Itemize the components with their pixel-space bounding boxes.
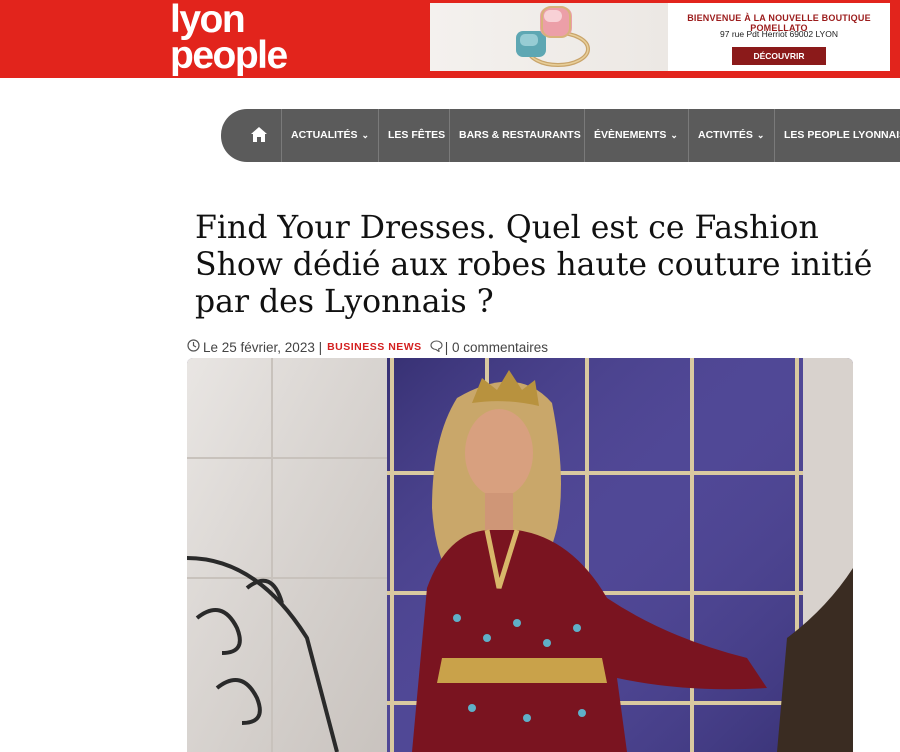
article-category-link[interactable]: BUSINESS NEWS xyxy=(327,341,422,353)
ad-text-block: BIENVENUE À LA NOUVELLE BOUTIQUE POMELLA… xyxy=(668,3,890,71)
ad-discover-button[interactable]: DÉCOUVRIR xyxy=(732,47,826,65)
chevron-down-icon: ⌄ xyxy=(670,130,678,140)
article-comments-link[interactable]: | 0 commentaires xyxy=(430,340,548,355)
ad-banner[interactable]: BIENVENUE À LA NOUVELLE BOUTIQUE POMELLA… xyxy=(430,3,890,71)
site-logo[interactable]: lyon people xyxy=(170,0,288,77)
logo-line-2: people xyxy=(170,34,288,77)
chevron-down-icon: ⌄ xyxy=(361,130,370,140)
main-nav: ACTUALITÉS ⌄ LES FÊTES BARS & RESTAURANTS… xyxy=(221,109,900,162)
nav-item-activites[interactable]: ACTIVITÉS ⌄ xyxy=(688,109,774,162)
article-date: Le 25 février, 2023 | xyxy=(203,339,323,355)
nav-item-actualites[interactable]: ACTUALITÉS ⌄ xyxy=(281,109,378,162)
ad-ring-image xyxy=(430,3,668,71)
nav-item-les-fetes[interactable]: LES FÊTES xyxy=(378,109,449,162)
logo-line-1: lyon xyxy=(170,0,246,41)
nav-label: ÉVÈNEMENTS xyxy=(594,129,667,141)
article-title: Find Your Dresses. Quel est ce Fashion S… xyxy=(195,210,873,320)
home-icon xyxy=(251,127,267,147)
clock-icon xyxy=(187,339,200,355)
nav-label: ACTUALITÉS xyxy=(291,129,358,141)
article-meta: Le 25 février, 2023 | BUSINESS NEWS | 0 … xyxy=(187,338,548,356)
comment-bubble-icon xyxy=(430,339,443,355)
nav-item-evenements[interactable]: ÉVÈNEMENTS ⌄ xyxy=(584,109,688,162)
nav-label: BARS & RESTAURANTS xyxy=(459,129,581,141)
nav-label: ACTIVITÉS xyxy=(698,129,753,141)
nav-item-les-people-lyonnais[interactable]: LES PEOPLE LYONNAIS xyxy=(774,109,900,162)
article-hero-image xyxy=(187,358,853,752)
chevron-down-icon: ⌄ xyxy=(756,130,765,140)
nav-home[interactable] xyxy=(221,109,281,162)
nav-item-bars-restaurants[interactable]: BARS & RESTAURANTS xyxy=(449,109,584,162)
site-header: lyon people BIENVENUE À LA NOUVELLE BOUT… xyxy=(0,0,900,78)
nav-label: LES PEOPLE LYONNAIS xyxy=(784,129,900,141)
nav-label: LES FÊTES xyxy=(388,129,446,141)
ad-address: 97 rue Pdt Herriot 69002 LYON xyxy=(720,29,838,39)
comments-count: | 0 commentaires xyxy=(444,339,548,355)
